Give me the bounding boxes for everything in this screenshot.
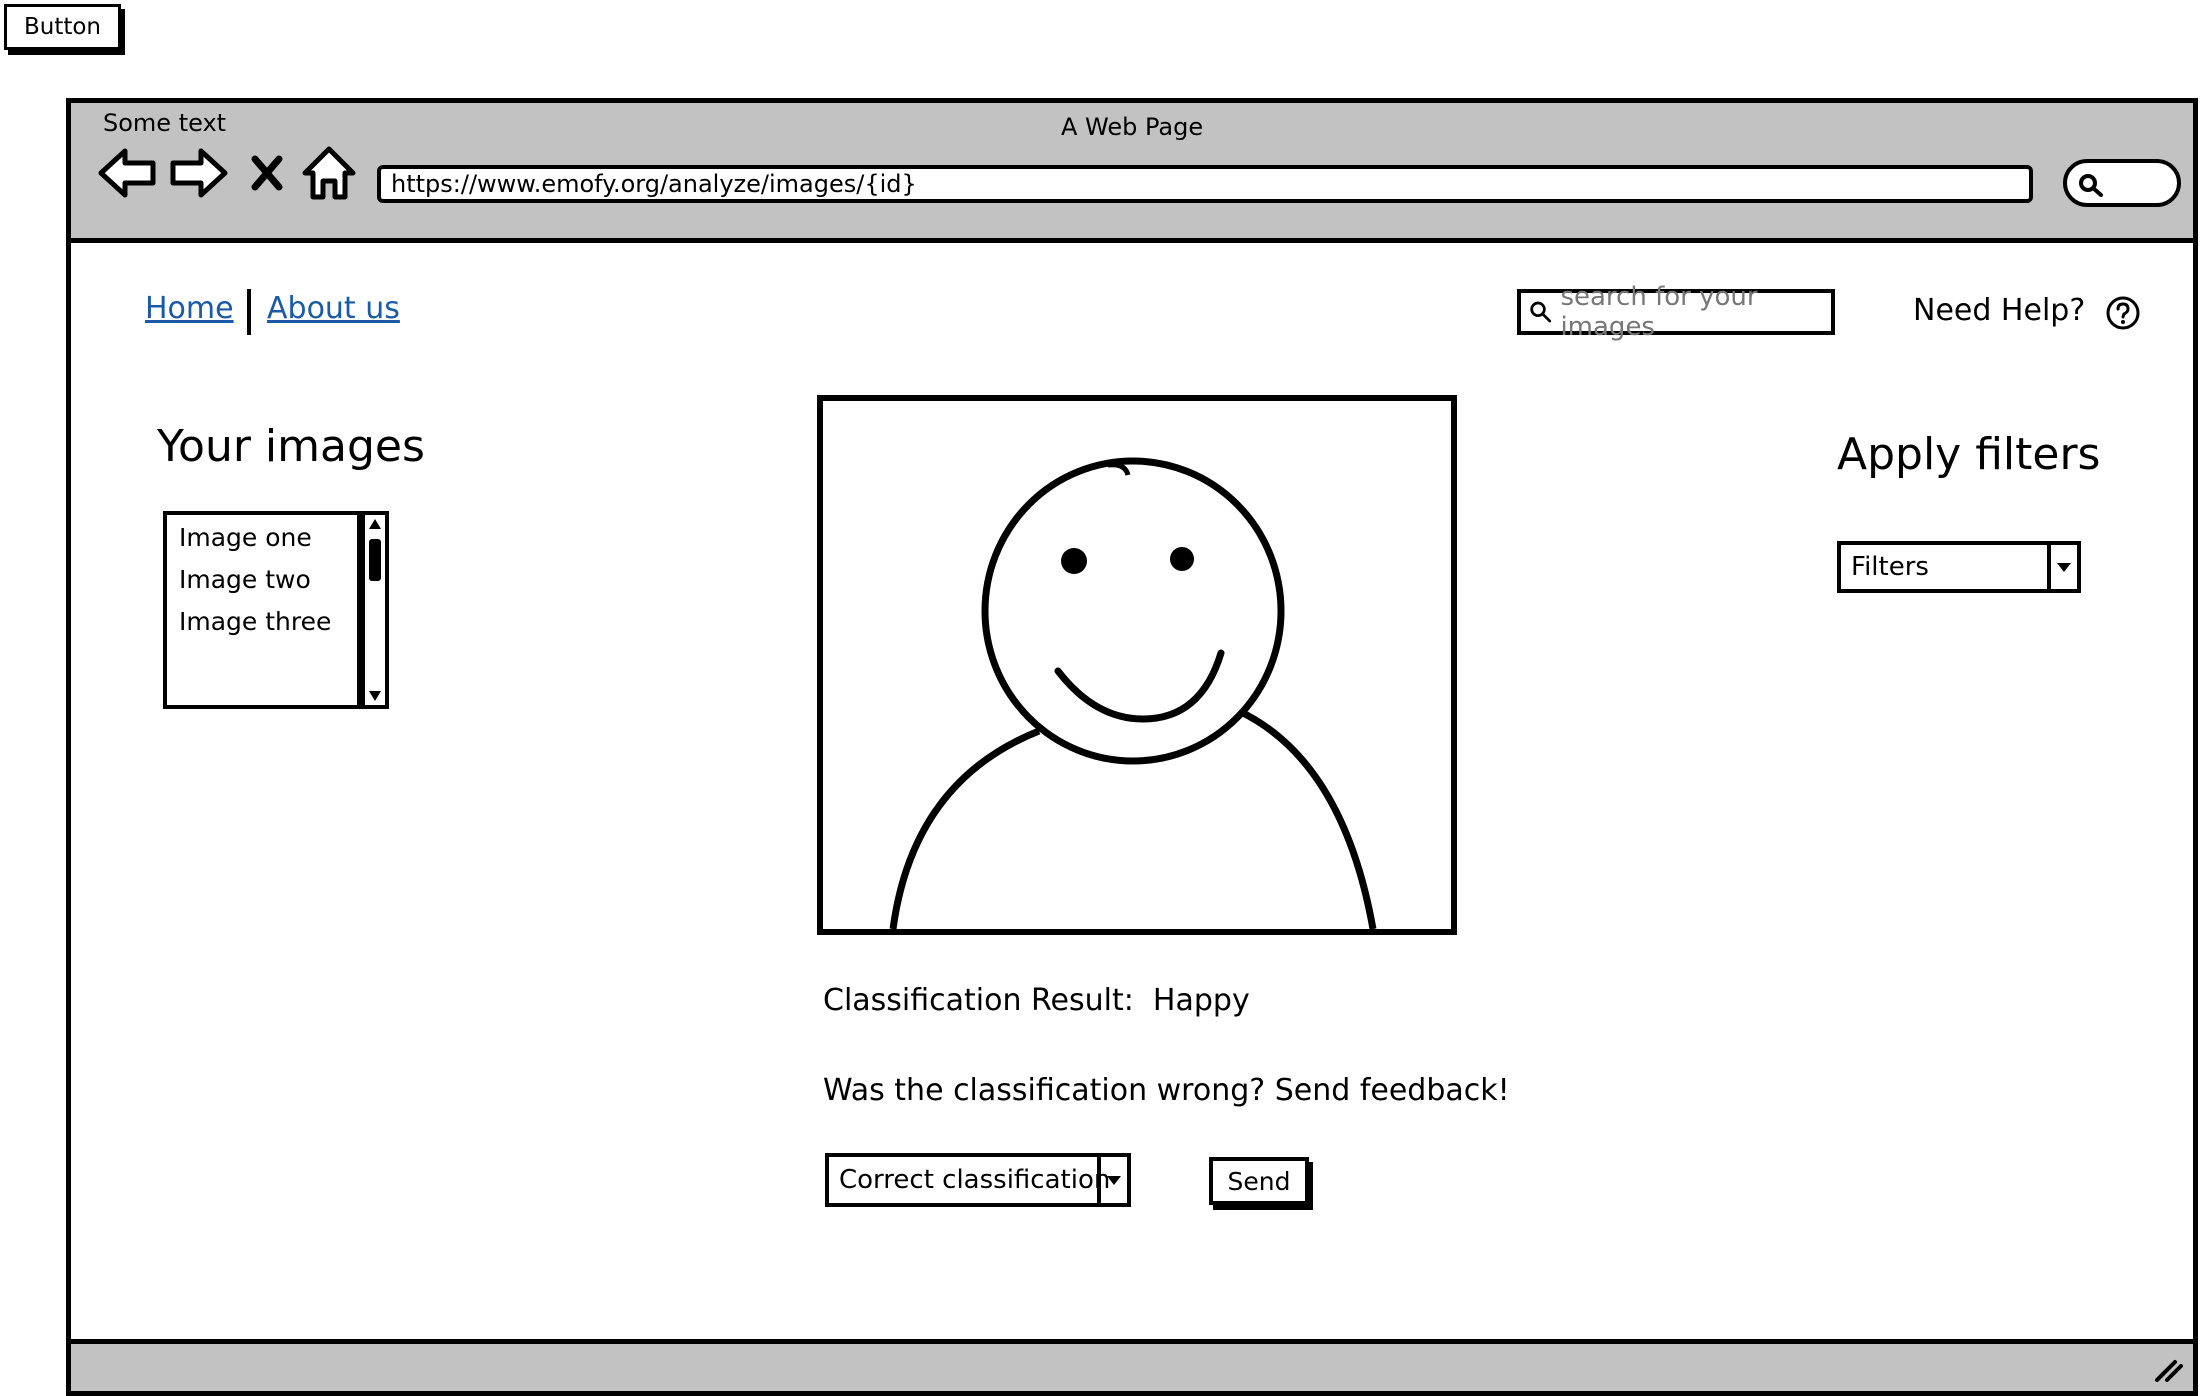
feedback-prompt: Was the classification wrong? Send feedb… xyxy=(823,1073,1510,1108)
listbox-scrollbar[interactable] xyxy=(361,511,389,709)
correct-classification-value: Correct classification xyxy=(839,1165,1111,1195)
address-bar-text: https://www.emofy.org/analyze/images/{id… xyxy=(391,170,917,198)
send-feedback-button[interactable]: Send xyxy=(1209,1157,1309,1205)
address-bar[interactable]: https://www.emofy.org/analyze/images/{id… xyxy=(377,165,2033,203)
browser-search-box[interactable] xyxy=(2063,159,2181,207)
person-placeholder-icon xyxy=(889,457,1377,930)
classification-result-value: Happy xyxy=(1152,983,1250,1018)
home-icon[interactable] xyxy=(301,145,357,201)
nav-link-about[interactable]: About us xyxy=(267,291,400,326)
help-label[interactable]: Need Help? xyxy=(1913,293,2085,328)
question-circle-icon[interactable] xyxy=(2105,295,2141,331)
scrollbar-thumb[interactable] xyxy=(369,539,381,581)
classification-result: Classification Result: Happy xyxy=(823,983,1250,1018)
filters-heading: Apply filters xyxy=(1837,429,2101,480)
images-heading: Your images xyxy=(157,421,425,472)
nav-separator xyxy=(247,289,251,335)
nav-link-home[interactable]: Home xyxy=(145,291,234,326)
image-preview xyxy=(817,395,1457,935)
browser-statusbar xyxy=(71,1339,2193,1391)
classification-result-label: Classification Result: xyxy=(823,983,1134,1018)
arrow-right-icon[interactable] xyxy=(167,145,231,201)
chevron-down-icon[interactable] xyxy=(1097,1157,1127,1203)
list-item[interactable]: Image three xyxy=(179,607,331,636)
window-title: A Web Page xyxy=(1061,113,1204,141)
filters-dropdown[interactable]: Filters xyxy=(1837,541,2081,593)
list-item[interactable]: Image one xyxy=(179,523,312,552)
chevron-down-icon[interactable] xyxy=(2047,545,2077,589)
scroll-down-icon[interactable] xyxy=(367,689,383,703)
correct-classification-dropdown[interactable]: Correct classification xyxy=(825,1153,1131,1207)
browser-window: Some text A Web Page https://www.emofy.o… xyxy=(66,98,2198,1396)
standalone-button[interactable]: Button xyxy=(4,4,121,50)
search-placeholder: search for your images xyxy=(1560,282,1758,342)
scroll-up-icon[interactable] xyxy=(367,517,383,531)
filters-dropdown-value: Filters xyxy=(1851,552,1929,582)
search-icon xyxy=(1530,301,1552,323)
resize-grip-icon[interactable] xyxy=(2153,1356,2185,1384)
titlebar-small-text: Some text xyxy=(103,109,227,137)
image-listbox[interactable]: Image one Image two Image three xyxy=(163,511,361,709)
search-icon xyxy=(2079,174,2103,197)
browser-titlebar: Some text A Web Page https://www.emofy.o… xyxy=(71,103,2193,243)
image-search-input[interactable]: search for your images xyxy=(1517,282,1835,342)
close-icon[interactable] xyxy=(247,145,287,201)
list-item[interactable]: Image two xyxy=(179,565,311,594)
arrow-left-icon[interactable] xyxy=(95,145,159,201)
